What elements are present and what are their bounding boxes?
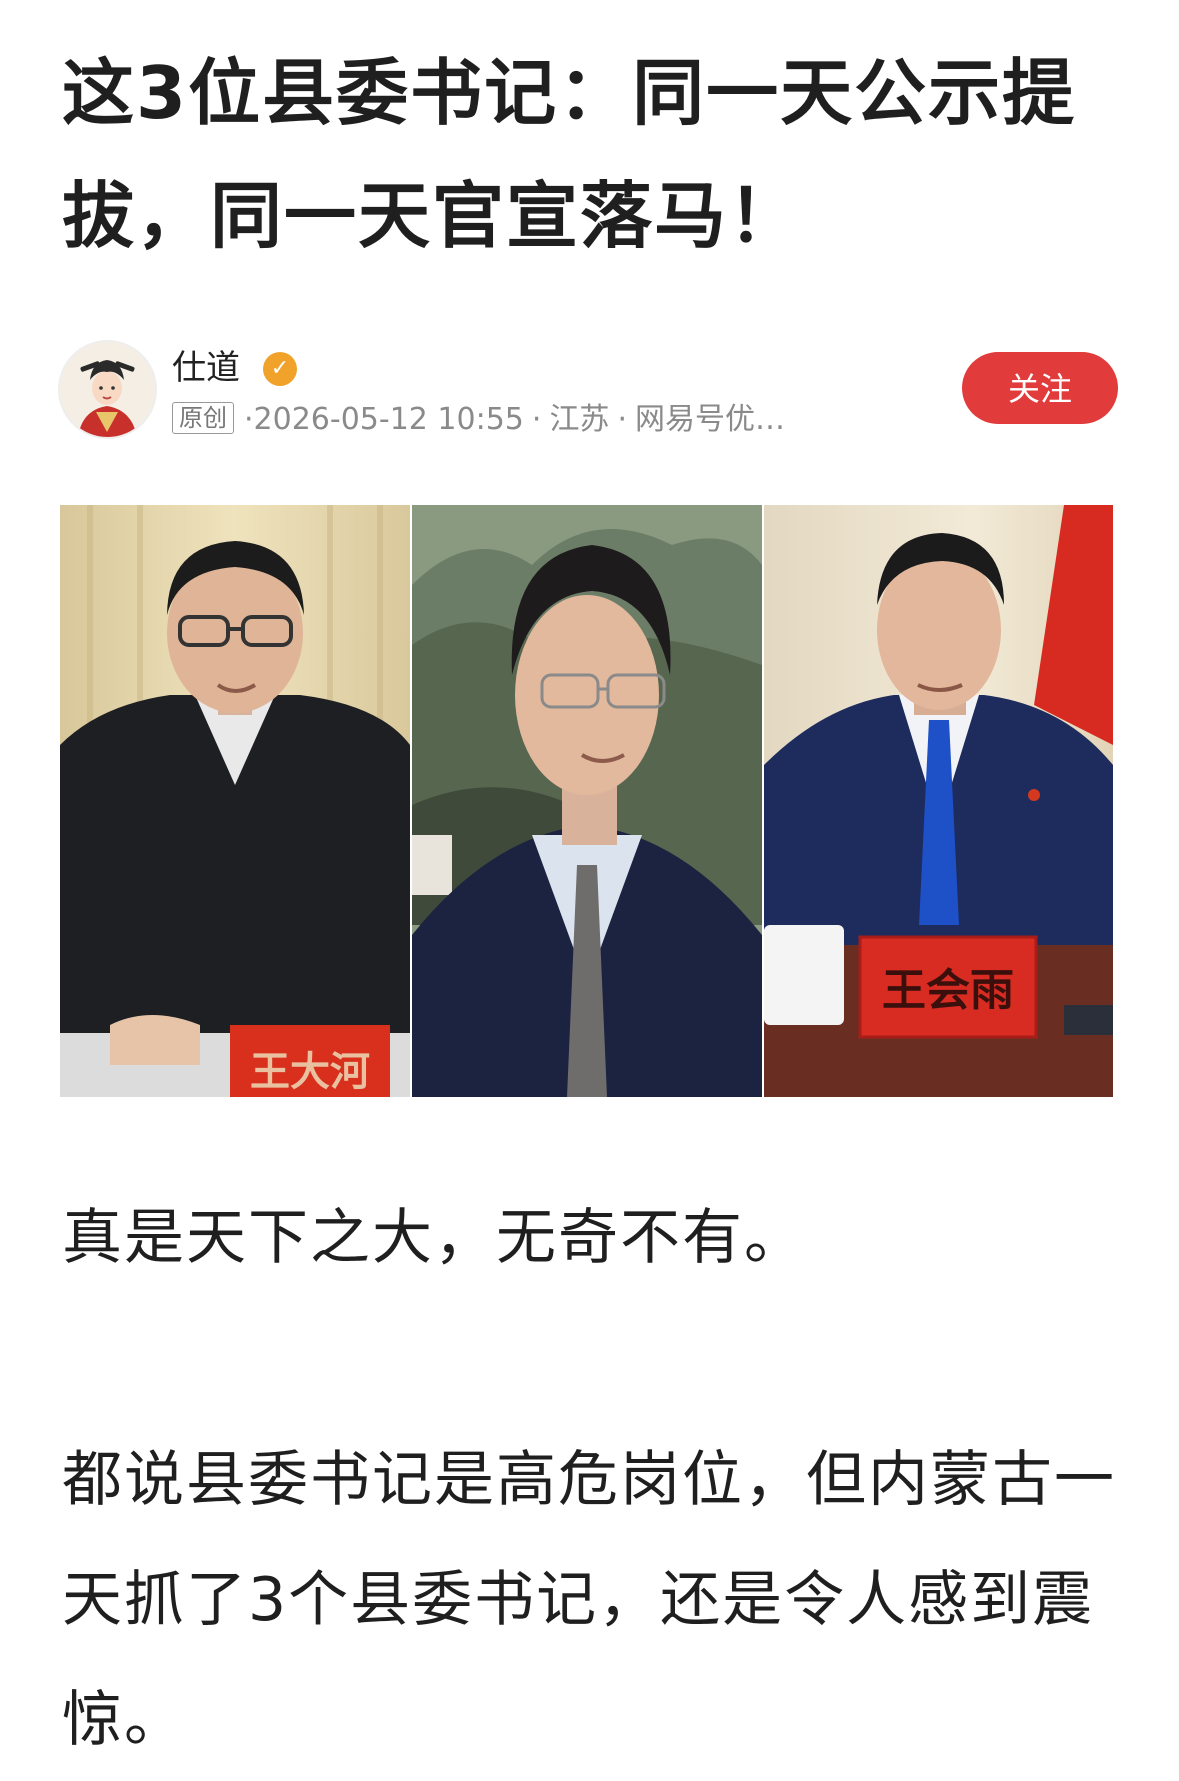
article-title: 这3位县委书记：同一天公示提拔，同一天官宣落马！: [62, 51, 1077, 258]
photo-panel-left: 王大河: [60, 505, 410, 1097]
article-meta: 原创 ·2026-05-12 10:55 · 江苏 · 网易号优…: [172, 400, 785, 440]
meta-separator: ·: [617, 402, 627, 437]
verified-check-icon: ✓: [263, 352, 297, 386]
photo-panel-middle: [412, 505, 762, 1097]
publish-location: 江苏: [549, 402, 610, 437]
publish-datetime: 2026-05-12 10:55: [253, 402, 524, 437]
article-photo[interactable]: 王大河 王会雨: [60, 505, 1113, 1097]
meta-separator: ·: [244, 402, 254, 437]
avatar-illustration: [60, 342, 155, 437]
meta-separator: ·: [531, 402, 542, 437]
nameplate-left: 王大河: [250, 1048, 370, 1095]
original-badge: 原创: [172, 402, 234, 434]
photo-panel-right: 王会雨: [764, 505, 1113, 1097]
publish-source: 网易号优…: [634, 402, 785, 437]
paragraph-2: 都说县委书记是高危岗位，但内蒙古一天抓了3个县委书记，还是令人感到震惊。: [62, 1445, 1116, 1755]
paragraph-1: 真是天下之大，无奇不有。: [62, 1203, 806, 1273]
follow-button[interactable]: 关注: [962, 352, 1118, 424]
author-name[interactable]: 仕道: [172, 348, 240, 388]
author-row: 仕道 ✓ 原创 ·2026-05-12 10:55 · 江苏 · 网易号优… 关注: [60, 342, 1118, 444]
nameplate-right: 王会雨: [882, 965, 1014, 1016]
author-avatar[interactable]: [60, 342, 155, 437]
